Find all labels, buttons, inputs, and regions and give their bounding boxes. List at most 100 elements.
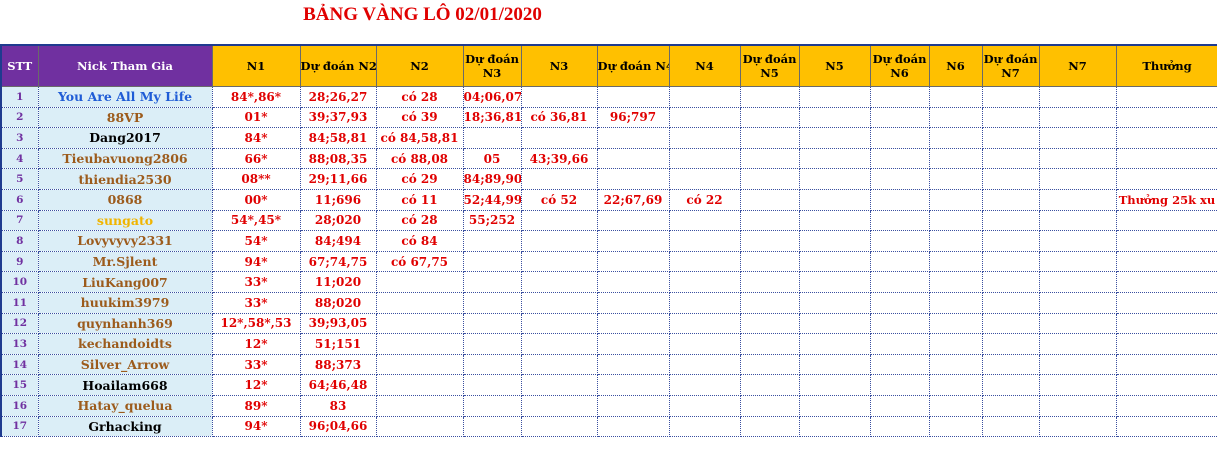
- cell-n5: [799, 107, 871, 129]
- table-row: 6 0868 00* 11;696 có 11 52;44,99 có 52 22;67,69…: [1, 189, 1217, 211]
- table-row: 16 Hatay_quelua 89* 83: [1, 395, 1217, 417]
- page-title: BẢNG VÀNG LÔ 02/01/2020: [303, 4, 542, 25]
- cell-du-doan-n2: 51;151: [300, 333, 377, 355]
- participant-nick: Hatay_quelua: [38, 395, 213, 417]
- cell-thuong: [1116, 251, 1217, 273]
- cell-n4: [669, 271, 741, 293]
- participant-nick: 88VP: [38, 107, 213, 129]
- cell-du-doan-n7: [982, 127, 1040, 149]
- row-number: 6: [1, 189, 39, 211]
- cell-n2: [376, 271, 464, 293]
- table-row: 1 You Are All My Life 84*,86* 28;26,27 có 28…: [1, 86, 1217, 108]
- cell-n6: [929, 374, 983, 396]
- table-row: 8 Lovyvyvy2331 54* 84;494 có 84: [1, 230, 1217, 252]
- col-header-n6: N6: [929, 45, 983, 87]
- cell-n4: [669, 86, 741, 108]
- table-row: 14 Silver_Arrow 33* 88;373: [1, 354, 1217, 376]
- cell-n4: [669, 251, 741, 273]
- cell-du-doan-n6: [870, 354, 930, 376]
- cell-du-doan-n3: 84;89,90: [463, 168, 522, 190]
- cell-n2: [376, 354, 464, 376]
- cell-n7: [1039, 107, 1117, 129]
- cell-du-doan-n4: [597, 416, 670, 438]
- cell-n5: [799, 127, 871, 149]
- cell-n5: [799, 416, 871, 438]
- cell-n5: [799, 333, 871, 355]
- cell-n3: có 36,81: [521, 107, 598, 129]
- table-row: 11 huukim3979 33* 88;020: [1, 292, 1217, 314]
- cell-n5: [799, 354, 871, 376]
- cell-thuong: [1116, 374, 1217, 396]
- cell-du-doan-n7: [982, 354, 1040, 376]
- cell-thuong: [1116, 86, 1217, 108]
- participant-nick: sungato: [38, 210, 213, 232]
- row-number: 8: [1, 230, 39, 252]
- cell-du-doan-n2: 67;74,75: [300, 251, 377, 273]
- cell-n3: [521, 395, 598, 417]
- cell-n4: [669, 148, 741, 170]
- cell-n1: 94*: [212, 416, 301, 438]
- row-number: 1: [1, 86, 39, 108]
- cell-thuong: [1116, 313, 1217, 335]
- cell-n2: [376, 374, 464, 396]
- participant-nick: kechandoidts: [38, 333, 213, 355]
- cell-n7: [1039, 416, 1117, 438]
- cell-n6: [929, 210, 983, 232]
- table-row: 4 Tieubavuong2806 66* 88;08,35 có 88,08 05 43;…: [1, 148, 1217, 170]
- row-number: 7: [1, 210, 39, 232]
- cell-du-doan-n7: [982, 395, 1040, 417]
- cell-n7: [1039, 292, 1117, 314]
- cell-du-doan-n6: [870, 86, 930, 108]
- cell-thuong: [1116, 354, 1217, 376]
- cell-du-doan-n3: 18;36,81: [463, 107, 522, 129]
- cell-du-doan-n3: 52;44,99: [463, 189, 522, 211]
- cell-du-doan-n2: 39;37,93: [300, 107, 377, 129]
- cell-n5: [799, 168, 871, 190]
- table-body: 1 You Are All My Life 84*,86* 28;26,27 có 28…: [1, 86, 1217, 438]
- cell-du-doan-n4: [597, 251, 670, 273]
- cell-du-doan-n6: [870, 374, 930, 396]
- cell-n4: [669, 395, 741, 417]
- cell-du-doan-n2: 29;11,66: [300, 168, 377, 190]
- cell-du-doan-n4: [597, 127, 670, 149]
- table-row: 5 thiendia2530 08** 29;11,66 có 29 84;89,90: [1, 168, 1217, 190]
- cell-du-doan-n2: 88;373: [300, 354, 377, 376]
- cell-du-doan-n6: [870, 395, 930, 417]
- cell-du-doan-n2: 64;46,48: [300, 374, 377, 396]
- cell-n6: [929, 416, 983, 438]
- cell-du-doan-n5: [740, 374, 800, 396]
- col-header-du-doan-n3: Dự đoán N3: [463, 45, 522, 87]
- cell-n4: có 22: [669, 189, 741, 211]
- row-number: 11: [1, 292, 39, 314]
- cell-n4: [669, 354, 741, 376]
- cell-n5: [799, 148, 871, 170]
- participant-nick: Silver_Arrow: [38, 354, 213, 376]
- cell-n6: [929, 395, 983, 417]
- row-number: 12: [1, 313, 39, 335]
- cell-du-doan-n4: [597, 86, 670, 108]
- cell-du-doan-n5: [740, 333, 800, 355]
- row-number: 13: [1, 333, 39, 355]
- cell-n7: [1039, 313, 1117, 335]
- cell-n5: [799, 313, 871, 335]
- cell-n3: [521, 354, 598, 376]
- participant-nick: Mr.Sjlent: [38, 251, 213, 273]
- participant-nick: Grhacking: [38, 416, 213, 438]
- col-header-n4: N4: [669, 45, 741, 87]
- cell-n3: [521, 374, 598, 396]
- cell-du-doan-n4: 22;67,69: [597, 189, 670, 211]
- cell-n5: [799, 251, 871, 273]
- cell-n4: [669, 374, 741, 396]
- row-number: 16: [1, 395, 39, 417]
- cell-du-doan-n6: [870, 189, 930, 211]
- cell-thuong: [1116, 395, 1217, 417]
- cell-du-doan-n6: [870, 333, 930, 355]
- row-number: 14: [1, 354, 39, 376]
- cell-n3: [521, 168, 598, 190]
- cell-n7: [1039, 86, 1117, 108]
- cell-n1: 54*,45*: [212, 210, 301, 232]
- cell-du-doan-n4: [597, 148, 670, 170]
- cell-n3: có 52: [521, 189, 598, 211]
- cell-n1: 66*: [212, 148, 301, 170]
- cell-n2: [376, 395, 464, 417]
